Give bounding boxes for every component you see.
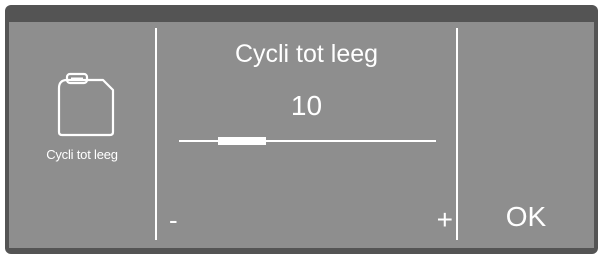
ok-button[interactable]: OK bbox=[458, 192, 594, 242]
canister-icon bbox=[57, 72, 115, 137]
setting-value: 10 bbox=[290, 90, 323, 121]
left-panel-button[interactable]: Cycli tot leeg bbox=[9, 22, 155, 248]
display-screen: Cycli tot leeg Cycli tot leeg 10 - + OK bbox=[9, 22, 594, 248]
setting-title: Cycli tot leeg bbox=[234, 40, 379, 68]
device-bezel: Cycli tot leeg Cycli tot leeg 10 - + OK bbox=[0, 0, 603, 259]
decrease-button[interactable]: - bbox=[169, 202, 199, 238]
value-slider[interactable] bbox=[179, 134, 436, 148]
left-panel-label: Cycli tot leeg bbox=[46, 147, 118, 162]
increase-button[interactable]: + bbox=[419, 202, 453, 238]
slider-thumb[interactable] bbox=[217, 137, 266, 145]
